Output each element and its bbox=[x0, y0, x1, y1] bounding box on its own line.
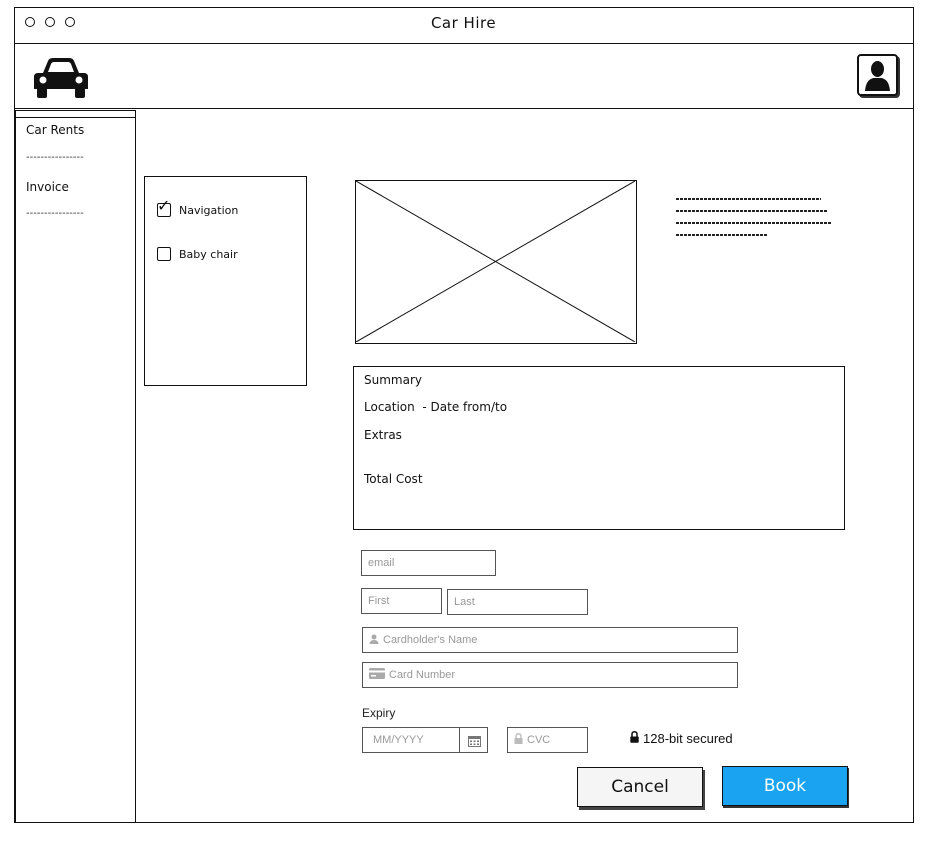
first-name-placeholder: First bbox=[368, 595, 390, 607]
lock-icon bbox=[514, 733, 523, 747]
sidebar-top-edge bbox=[15, 117, 136, 118]
baby-chair-label: Baby chair bbox=[179, 247, 238, 261]
sidebar-item-invoice[interactable]: Invoice bbox=[26, 180, 69, 194]
cvc-placeholder: CVC bbox=[527, 734, 551, 746]
card-number-placeholder: Card Number bbox=[389, 669, 456, 681]
expiry-placeholder: MM/YYYY bbox=[373, 734, 424, 746]
cancel-button[interactable]: Cancel bbox=[577, 767, 703, 807]
summary-panel bbox=[353, 366, 845, 530]
email-placeholder: email bbox=[368, 557, 395, 569]
summary-total-cost: Total Cost bbox=[364, 472, 423, 486]
car-description-placeholder bbox=[676, 198, 836, 246]
first-name-field[interactable]: First bbox=[361, 588, 442, 614]
summary-heading: Summary bbox=[364, 373, 422, 387]
cardholder-placeholder: Cardholder's Name bbox=[383, 634, 478, 646]
baby-chair-checkbox[interactable] bbox=[157, 247, 171, 261]
header-divider bbox=[14, 108, 914, 109]
cvc-field[interactable]: CVC bbox=[507, 727, 588, 753]
summary-location-dates: Location - Date from/to bbox=[364, 400, 508, 414]
image-placeholder-icon bbox=[355, 180, 637, 344]
person-icon bbox=[369, 634, 379, 647]
navigation-option[interactable]: ✓ Navigation bbox=[157, 198, 239, 217]
book-button[interactable]: Book bbox=[722, 766, 848, 806]
card-number-field[interactable]: Card Number bbox=[362, 662, 738, 688]
expiry-label: Expiry bbox=[362, 706, 396, 720]
summary-extras: Extras bbox=[364, 428, 402, 442]
user-silhouette-icon[interactable] bbox=[857, 54, 898, 96]
navigation-label: Navigation bbox=[179, 203, 239, 217]
sidebar-separator: ---------------- bbox=[26, 152, 84, 163]
lock-icon bbox=[630, 731, 639, 746]
credit-card-icon bbox=[369, 668, 385, 682]
last-name-placeholder: Last bbox=[454, 596, 475, 608]
checkmark-icon: ✓ bbox=[157, 196, 171, 215]
security-text: 128-bit secured bbox=[643, 731, 733, 746]
navigation-checkbox[interactable]: ✓ bbox=[157, 198, 171, 217]
baby-chair-option[interactable]: Baby chair bbox=[157, 247, 238, 261]
calendar-icon[interactable] bbox=[459, 728, 488, 753]
cardholder-name-field[interactable]: Cardholder's Name bbox=[362, 627, 738, 653]
last-name-field[interactable]: Last bbox=[447, 589, 588, 615]
car-icon[interactable] bbox=[31, 55, 91, 101]
security-note: 128-bit secured bbox=[630, 731, 733, 746]
window-title: Car Hire bbox=[430, 14, 497, 32]
sidebar-separator: ---------------- bbox=[26, 208, 84, 219]
email-field[interactable]: email bbox=[361, 550, 496, 576]
sidebar-item-car-rents[interactable]: Car Rents bbox=[26, 123, 84, 137]
